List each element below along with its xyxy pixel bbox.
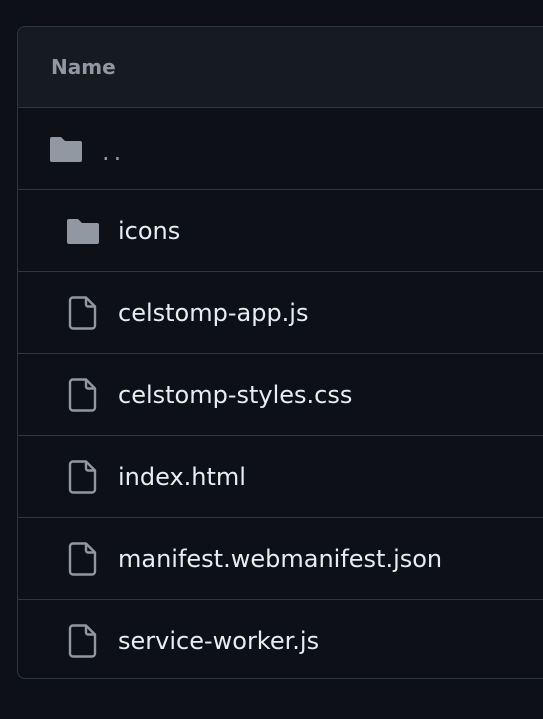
folder-icon xyxy=(49,133,83,165)
table-row[interactable]: celstomp-app.js xyxy=(18,272,543,354)
file-icon xyxy=(66,541,100,576)
table-row[interactable]: manifest.webmanifest.json xyxy=(18,518,543,600)
folder-icon xyxy=(66,215,100,247)
file-icon xyxy=(66,459,100,494)
table-header: Name xyxy=(18,27,543,108)
directory-link-icons[interactable]: icons xyxy=(118,217,180,245)
parent-directory-link[interactable]: .. xyxy=(102,138,125,166)
name-column-header: Name xyxy=(51,55,116,79)
table-row[interactable]: service-worker.js xyxy=(18,600,543,678)
file-icon xyxy=(66,377,100,412)
file-icon xyxy=(66,624,100,658)
table-row[interactable]: index.html xyxy=(18,436,543,518)
table-row[interactable]: celstomp-styles.css xyxy=(18,354,543,436)
parent-directory-row[interactable]: .. xyxy=(18,108,543,190)
table-row[interactable]: icons xyxy=(18,190,543,272)
file-table: Name .. icons celstomp-app.js celstomp-s… xyxy=(17,26,543,679)
file-link-celstomp-styles[interactable]: celstomp-styles.css xyxy=(118,381,352,409)
file-link-celstomp-app[interactable]: celstomp-app.js xyxy=(118,299,308,327)
file-link-manifest[interactable]: manifest.webmanifest.json xyxy=(118,545,442,573)
file-icon xyxy=(66,295,100,330)
file-link-index[interactable]: index.html xyxy=(118,463,246,491)
file-link-service-worker[interactable]: service-worker.js xyxy=(118,627,319,655)
